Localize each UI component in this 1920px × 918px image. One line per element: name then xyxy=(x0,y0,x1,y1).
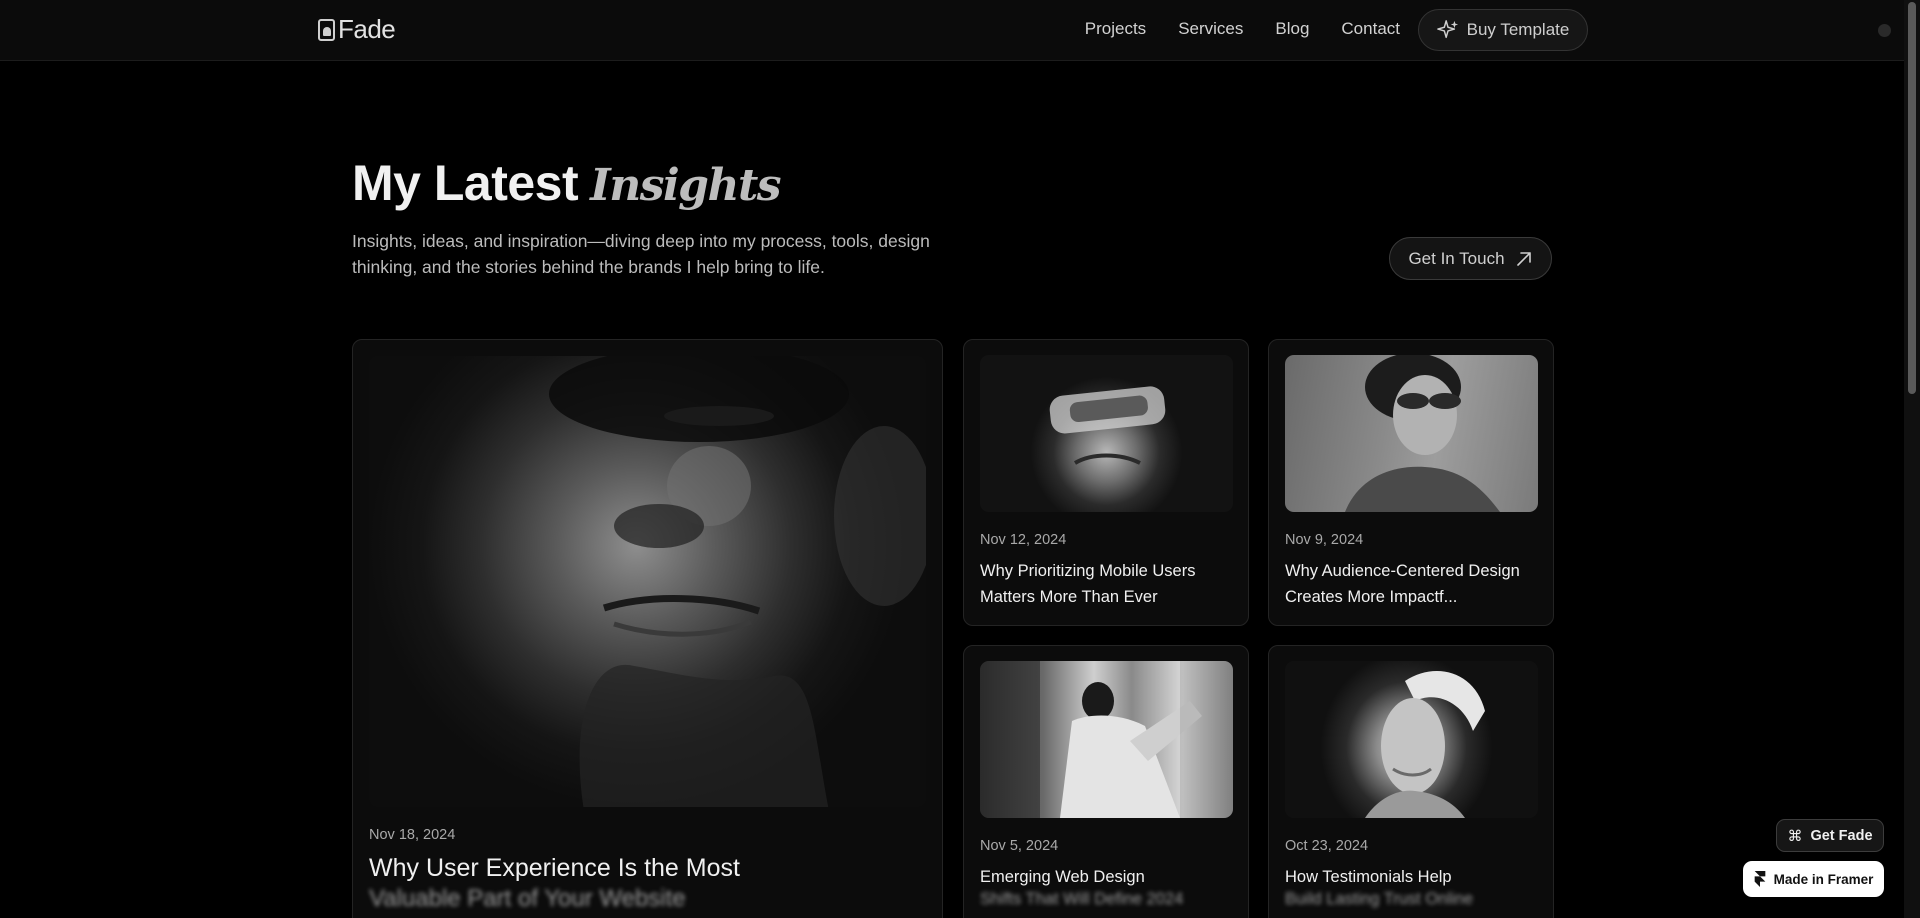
get-in-touch-label: Get In Touch xyxy=(1408,248,1505,268)
logo[interactable]: Fade xyxy=(318,14,396,45)
post-title[interactable]: Emerging Web Design xyxy=(980,864,1242,890)
post-date: Nov 12, 2024 xyxy=(980,532,1067,548)
made-in-framer-badge[interactable]: Made in Framer xyxy=(1743,861,1884,897)
page-title: My Latest Insights xyxy=(352,154,782,212)
post-title-faded: Valuable Part of Your Website xyxy=(369,885,686,912)
blog-card[interactable]: Nov 5, 2024 Emerging Web Design Shifts T… xyxy=(963,645,1249,918)
get-fade-button[interactable]: ⌘ Get Fade xyxy=(1776,819,1884,852)
made-in-framer-label: Made in Framer xyxy=(1773,871,1874,887)
get-in-touch-button[interactable]: Get In Touch xyxy=(1389,237,1552,280)
blog-card[interactable]: Oct 23, 2024 How Testimonials Help Build… xyxy=(1268,645,1554,918)
portrait-art xyxy=(549,356,926,807)
logo-text: Fade xyxy=(338,14,396,44)
post-title[interactable]: Why Prioritizing Mobile Users Matters Mo… xyxy=(980,558,1242,610)
post-date: Oct 23, 2024 xyxy=(1285,838,1369,854)
nav-link-contact[interactable]: Contact xyxy=(1341,19,1400,39)
post-date: Nov 18, 2024 xyxy=(369,827,456,843)
get-fade-label: Get Fade xyxy=(1810,827,1873,844)
logo-icon xyxy=(318,18,335,41)
top-nav: Fade Projects Services Blog Contact Buy … xyxy=(0,0,1904,61)
post-title[interactable]: How Testimonials Help xyxy=(1285,864,1547,890)
nav-link-blog[interactable]: Blog xyxy=(1275,19,1309,39)
page-title-plain: My Latest xyxy=(352,155,579,211)
blog-card[interactable]: Nov 12, 2024 Why Prioritizing Mobile Use… xyxy=(963,339,1249,626)
page-subtitle: Insights, ideas, and inspiration—diving … xyxy=(352,231,930,277)
bandana-portrait-image xyxy=(1285,661,1538,818)
nav-links: Projects Services Blog Contact xyxy=(1085,19,1400,39)
framer-icon xyxy=(1754,871,1765,887)
status-dot xyxy=(1878,24,1891,37)
street-fashion-art xyxy=(980,661,1233,818)
post-title[interactable]: Why Audience-Centered Design Creates Mor… xyxy=(1285,558,1547,610)
buy-template-button[interactable]: Buy Template xyxy=(1418,9,1588,51)
post-date: Nov 5, 2024 xyxy=(980,838,1059,854)
post-title[interactable]: Why User Experience Is the Most xyxy=(369,852,740,884)
page-title-accent: Insights xyxy=(590,160,781,211)
post-title-faded: Shifts That Will Define 2024 xyxy=(980,890,1184,908)
scrollbar-thumb[interactable] xyxy=(1908,2,1916,394)
nav-link-services[interactable]: Services xyxy=(1178,19,1243,39)
sunglasses-portrait-image xyxy=(1285,355,1538,512)
blog-card-featured[interactable]: Nov 18, 2024 Why User Experience Is the … xyxy=(352,339,943,918)
nav-link-projects[interactable]: Projects xyxy=(1085,19,1146,39)
arrow-up-right-icon xyxy=(1516,251,1531,266)
command-icon: ⌘ xyxy=(1787,826,1803,845)
sparkle-icon xyxy=(1436,20,1458,39)
visor-art xyxy=(1049,386,1166,465)
visor-portrait-image xyxy=(980,355,1233,512)
street-fashion-image xyxy=(980,661,1233,818)
sunglasses-art xyxy=(1345,355,1500,512)
post-title-faded: Build Lasting Trust Online xyxy=(1285,890,1474,908)
buy-template-label: Buy Template xyxy=(1466,20,1570,39)
portrait-image xyxy=(369,356,926,807)
blog-card[interactable]: Nov 9, 2024 Why Audience-Centered Design… xyxy=(1268,339,1554,626)
bandana-art xyxy=(1365,671,1485,818)
post-date: Nov 9, 2024 xyxy=(1285,532,1364,548)
